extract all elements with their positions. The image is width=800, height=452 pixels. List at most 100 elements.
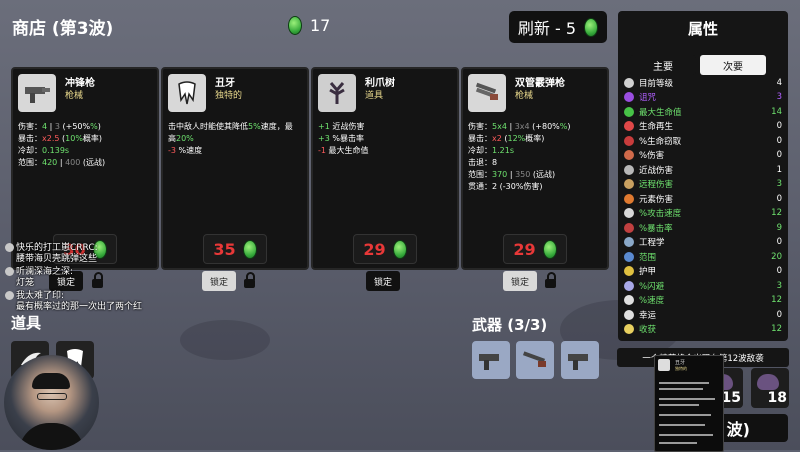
stat-row[interactable]: 最大生命值 14: [624, 105, 782, 118]
stats-title: 属性: [687, 20, 718, 38]
stat-icon: [624, 179, 634, 189]
stat-row[interactable]: 幸运 0: [624, 308, 782, 321]
stat-label: %速度: [639, 296, 665, 306]
stat-segment: 伤害：: [18, 122, 42, 131]
stat-row[interactable]: 目前等级 4: [624, 76, 782, 89]
buy-button[interactable]: 29: [353, 234, 417, 264]
chat-message: 听澜深海之深: 灯笼: [5, 267, 73, 289]
stat-row[interactable]: %暴击率 9: [624, 221, 782, 234]
stat-line: 冷却：1.21s: [468, 145, 603, 157]
lock-button[interactable]: 锁定: [202, 271, 236, 291]
stat-row[interactable]: %闪避 3: [624, 279, 782, 292]
shop-card[interactable]: 双管霰弹枪 枪械 伤害：5x4 | 3x4 (+80%%) 暴击：x2 (12%概…: [461, 67, 609, 270]
stat-segment: 400: [65, 158, 81, 167]
stat-row[interactable]: 收获 12: [624, 323, 782, 336]
stat-row[interactable]: %伤害 0: [624, 149, 782, 162]
stat-segment: 5x4: [492, 122, 507, 131]
enemy-count-value: 15: [721, 390, 741, 406]
shop-card[interactable]: 利爪树 道具 +1 近战伤害 +3 %暴击率 -1 最大生命值 29: [311, 67, 459, 270]
stat-icon: [624, 92, 634, 102]
streamer-webcam: [4, 355, 99, 450]
tooth-icon: [658, 359, 670, 371]
item-name: 丑牙: [215, 78, 235, 89]
item-stats: 伤害：4 | 3 (+50%%) 暴击：x2.5 (10%概率) 冷却：0.139s…: [18, 121, 153, 169]
stat-row[interactable]: 工程学 0: [624, 236, 782, 249]
stat-row[interactable]: %攻击速度 12: [624, 207, 782, 220]
padlock-icon[interactable]: [545, 272, 556, 288]
weapon-slot[interactable]: [561, 341, 599, 379]
buy-button[interactable]: 29: [503, 234, 567, 264]
item-name: 双管霰弹枪: [515, 78, 565, 89]
shotgun-icon: [468, 74, 506, 112]
lock-button[interactable]: 锁定: [503, 271, 537, 291]
stat-segment: %: [90, 122, 98, 131]
enemy-count-value: 18: [767, 390, 787, 406]
weapon-slot[interactable]: [516, 341, 554, 379]
stat-row[interactable]: 远程伤害 3: [624, 178, 782, 191]
refresh-button[interactable]: 刷新 - 5: [509, 11, 607, 43]
price-label: 35: [213, 239, 236, 259]
item-type: 枪械: [515, 91, 534, 101]
lock-button[interactable]: 锁定: [366, 271, 400, 291]
weapon-slot[interactable]: [472, 341, 510, 379]
stat-segment: -1: [318, 146, 326, 155]
stat-row[interactable]: %生命窃取 0: [624, 134, 782, 147]
padlock-icon[interactable]: [244, 272, 255, 288]
stat-row[interactable]: 诅咒 3: [624, 91, 782, 104]
coin-counter: 17: [288, 16, 330, 35]
stat-segment: 范围：: [468, 170, 492, 179]
stat-segment: (远战): [530, 170, 556, 179]
coin-icon: [288, 16, 302, 35]
stat-icon: [624, 309, 634, 320]
coin-icon: [584, 17, 599, 37]
chat-user: 快乐的打工崽CRRC:: [16, 243, 98, 253]
stat-segment: |: [506, 122, 515, 131]
stat-segment: 击退：8: [468, 158, 498, 167]
smg-icon: [18, 74, 56, 112]
tooth-icon: [168, 74, 206, 112]
stat-label: %生命窃取: [639, 136, 682, 147]
stat-segment: 速度，最: [260, 122, 293, 131]
stat-icon: [624, 266, 634, 276]
stat-segment: x2.5: [42, 134, 60, 143]
stat-icon: [624, 295, 634, 305]
stat-segment: 暴击：: [18, 134, 42, 143]
stat-line: 高20%: [168, 133, 303, 145]
stat-value: 12: [771, 208, 782, 218]
stat-row[interactable]: 元素伤害 0: [624, 192, 782, 205]
stat-segment: (+50%: [59, 122, 91, 131]
chat-message: 我太难了印: 最有概率过的那一次出了两个红: [5, 291, 142, 313]
stat-segment: 击中敌人时能使其降低: [168, 122, 248, 131]
padlock-icon[interactable]: [92, 272, 103, 288]
stat-value: 1: [776, 164, 782, 175]
buy-button[interactable]: 35: [203, 234, 267, 264]
shop-card[interactable]: 丑牙 独特的 击中敌人时能使其降低5%速度，最 高20% -3 %速度 35: [161, 67, 309, 270]
stat-value: 0: [776, 135, 782, 146]
stat-row[interactable]: 近战伤害 1: [624, 163, 782, 176]
stat-segment: 12%: [507, 134, 526, 143]
stat-segment: 贯通：2 (-30%伤害): [468, 182, 543, 191]
tooltip-type: 独特的: [675, 366, 687, 371]
stat-row[interactable]: %速度 12: [624, 294, 782, 307]
stat-row[interactable]: 范围 20: [624, 250, 782, 263]
item-type: 枪械: [65, 91, 84, 101]
stat-label: %暴击率: [639, 223, 673, 234]
stat-row[interactable]: 护甲 0: [624, 265, 782, 278]
stat-segment: 高: [168, 134, 176, 143]
stat-segment: |: [47, 122, 55, 131]
stat-line: -3 %速度: [168, 145, 303, 157]
shotgun-icon: [522, 351, 546, 367]
stat-segment: |: [507, 170, 516, 179]
stat-segment: 冷却：: [468, 146, 492, 155]
stat-line: 击退：8: [468, 157, 603, 169]
stat-line: -1 最大生命值: [318, 145, 453, 157]
stat-icon: [624, 135, 634, 146]
stat-segment: 伤害：: [468, 122, 492, 131]
tab-primary[interactable]: 主要: [630, 55, 696, 75]
item-tooltip: 丑牙 独特的: [654, 355, 724, 452]
tab-secondary[interactable]: 次要: [700, 55, 766, 75]
stat-segment: 3x4: [514, 122, 530, 131]
stat-row[interactable]: 生命再生 0: [624, 120, 782, 133]
item-type: 道具: [365, 91, 384, 101]
shop-card[interactable]: 冲锋枪 枪械 伤害：4 | 3 (+50%%) 暴击：x2.5 (10%概率) 冷却…: [11, 67, 159, 270]
